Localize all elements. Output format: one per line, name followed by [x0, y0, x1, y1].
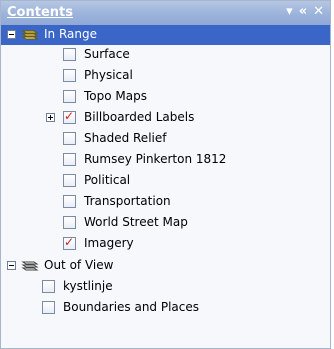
layer-row-surface[interactable]: Surface [1, 45, 330, 65]
layer-checkbox[interactable] [63, 153, 76, 166]
layer-checkbox[interactable] [63, 48, 76, 61]
group-row-out-of-view[interactable]: Out of View [1, 256, 330, 276]
layer-checkbox[interactable] [63, 195, 76, 208]
layer-checkbox[interactable] [63, 174, 76, 187]
layer-label: World Street Map [84, 215, 188, 229]
layer-row-billboarded-labels[interactable]: Billboarded Labels [1, 108, 330, 128]
layer-row-physical[interactable]: Physical [1, 66, 330, 86]
layer-checkbox[interactable] [63, 235, 76, 250]
expand-expander-icon[interactable] [46, 113, 55, 122]
layer-checkbox[interactable] [63, 69, 76, 82]
layer-label: Boundaries and Places [63, 300, 200, 314]
layer-label: kystlinje [63, 279, 113, 293]
titlebar-controls: ▾ « ✕ [286, 4, 324, 20]
layer-row-transportation[interactable]: Transportation [1, 192, 330, 212]
layer-label: Shaded Relief [84, 131, 167, 145]
layer-row-political[interactable]: Political [1, 171, 330, 191]
close-icon[interactable]: ✕ [313, 4, 324, 20]
layer-label: Physical [84, 68, 133, 82]
layer-label: Billboarded Labels [84, 110, 195, 124]
panel-titlebar: Contents ▾ « ✕ [1, 1, 330, 26]
layer-checkbox[interactable] [63, 90, 76, 103]
layer-checkbox[interactable] [63, 109, 76, 124]
group-row-in-range[interactable]: In Range [1, 25, 330, 45]
layer-row-world-street-map[interactable]: World Street Map [1, 213, 330, 233]
layer-checkbox[interactable] [63, 132, 76, 145]
panel-title[interactable]: Contents [7, 5, 73, 20]
contents-panel: Contents ▾ « ✕ In Range Surface Physical… [0, 0, 331, 349]
layer-checkbox[interactable] [42, 301, 55, 314]
group-label-out-of-view: Out of View [44, 258, 114, 272]
layer-row-kystlinje[interactable]: kystlinje [1, 277, 330, 297]
layer-label: Imagery [84, 236, 134, 250]
layer-label: Political [84, 173, 131, 187]
layer-row-shaded-relief[interactable]: Shaded Relief [1, 129, 330, 149]
layer-group-icon [21, 259, 39, 273]
layer-group-icon [21, 28, 39, 42]
dropdown-icon[interactable]: ▾ [286, 4, 293, 20]
collapse-expander-icon[interactable] [7, 30, 16, 39]
layer-row-topo-maps[interactable]: Topo Maps [1, 87, 330, 107]
layer-label: Topo Maps [84, 89, 147, 103]
group-label-in-range: In Range [44, 27, 97, 41]
layer-checkbox[interactable] [42, 280, 55, 293]
layer-row-rumsey-pinkerton-1812[interactable]: Rumsey Pinkerton 1812 [1, 150, 330, 170]
layer-label: Transportation [84, 194, 171, 208]
layer-row-imagery[interactable]: Imagery [1, 234, 330, 254]
layer-row-boundaries-and-places[interactable]: Boundaries and Places [1, 298, 330, 318]
layer-checkbox[interactable] [63, 216, 76, 229]
layer-label: Surface [84, 47, 130, 61]
layer-label: Rumsey Pinkerton 1812 [84, 152, 227, 166]
collapse-icon[interactable]: « [299, 4, 307, 20]
collapse-expander-icon[interactable] [7, 261, 16, 270]
